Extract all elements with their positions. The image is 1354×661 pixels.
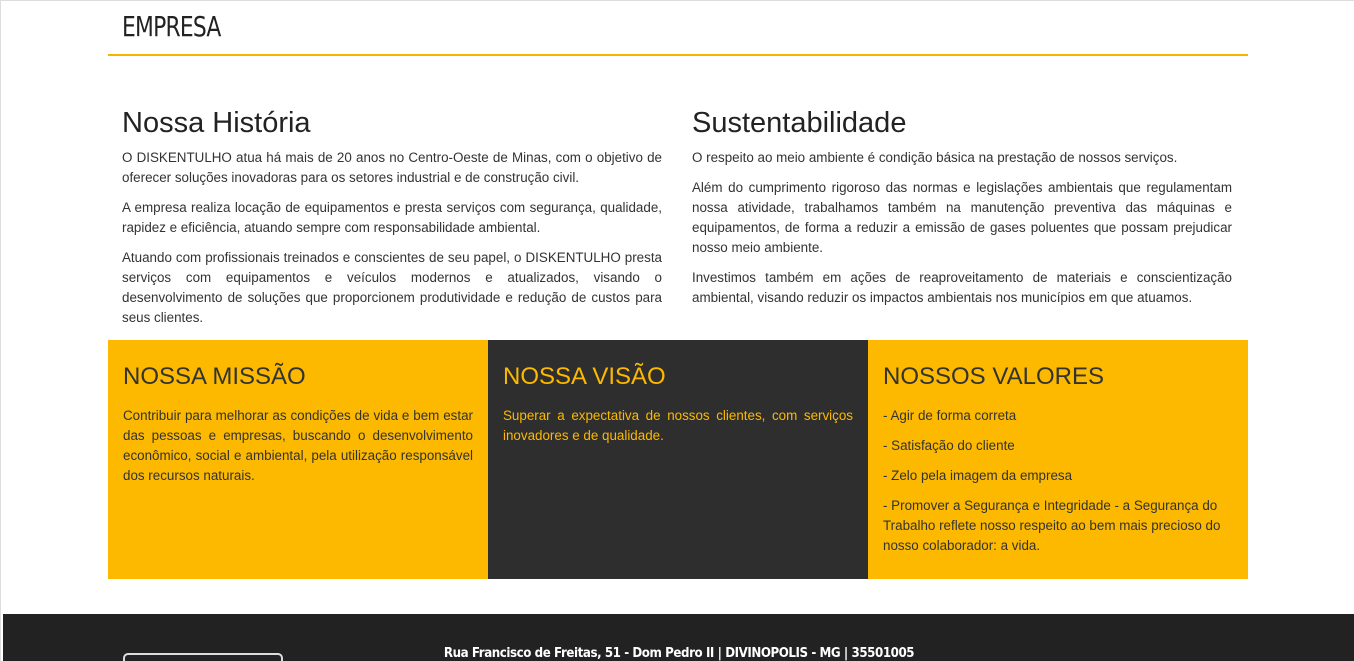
- valores-box: NOSSOS VALORES - Agir de forma correta -…: [868, 340, 1248, 579]
- footer-logo[interactable]: [123, 653, 283, 661]
- visao-text: Superar a expectativa de nossos clientes…: [503, 408, 853, 443]
- values-boxes: NOSSA MISSÃO Contribuir para melhorar as…: [108, 340, 1248, 579]
- missao-text: Contribuir para melhorar as condições de…: [123, 408, 473, 483]
- sustentabilidade-heading: Sustentabilidade: [692, 107, 907, 139]
- historia-section: Nossa História O DISKENTULHO atua há mai…: [122, 105, 662, 338]
- historia-heading: Nossa História: [122, 107, 311, 139]
- valores-item: - Promover a Segurança e Integridade - a…: [883, 498, 1221, 553]
- page-title: EMPRESA: [122, 10, 221, 43]
- valores-heading: NOSSOS VALORES: [883, 363, 1104, 390]
- visao-heading: NOSSA VISÃO: [503, 363, 666, 390]
- historia-paragraph: O DISKENTULHO atua há mais de 20 anos no…: [122, 150, 662, 185]
- historia-paragraph: A empresa realiza locação de equipamento…: [122, 200, 662, 235]
- missao-heading: NOSSA MISSÃO: [123, 363, 306, 390]
- footer: Rua Francisco de Freitas, 51 - Dom Pedro…: [3, 614, 1354, 661]
- sustentabilidade-paragraph: Investimos também em ações de reaproveit…: [692, 270, 1232, 305]
- valores-item: - Agir de forma correta: [883, 408, 1017, 423]
- section-header: EMPRESA: [108, 1, 1248, 56]
- sustentabilidade-section: Sustentabilidade O respeito ao meio ambi…: [692, 105, 1232, 318]
- missao-box: NOSSA MISSÃO Contribuir para melhorar as…: [108, 340, 488, 579]
- valores-item: - Zelo pela imagem da empresa: [883, 468, 1073, 483]
- historia-paragraph: Atuando com profissionais treinados e co…: [122, 250, 662, 325]
- visao-box: NOSSA VISÃO Superar a expectativa de nos…: [488, 340, 868, 579]
- sustentabilidade-paragraph: Além do cumprimento rigoroso das normas …: [692, 180, 1232, 255]
- valores-item: - Satisfação do cliente: [883, 438, 1015, 453]
- sustentabilidade-paragraph: O respeito ao meio ambiente é condição b…: [692, 150, 1178, 165]
